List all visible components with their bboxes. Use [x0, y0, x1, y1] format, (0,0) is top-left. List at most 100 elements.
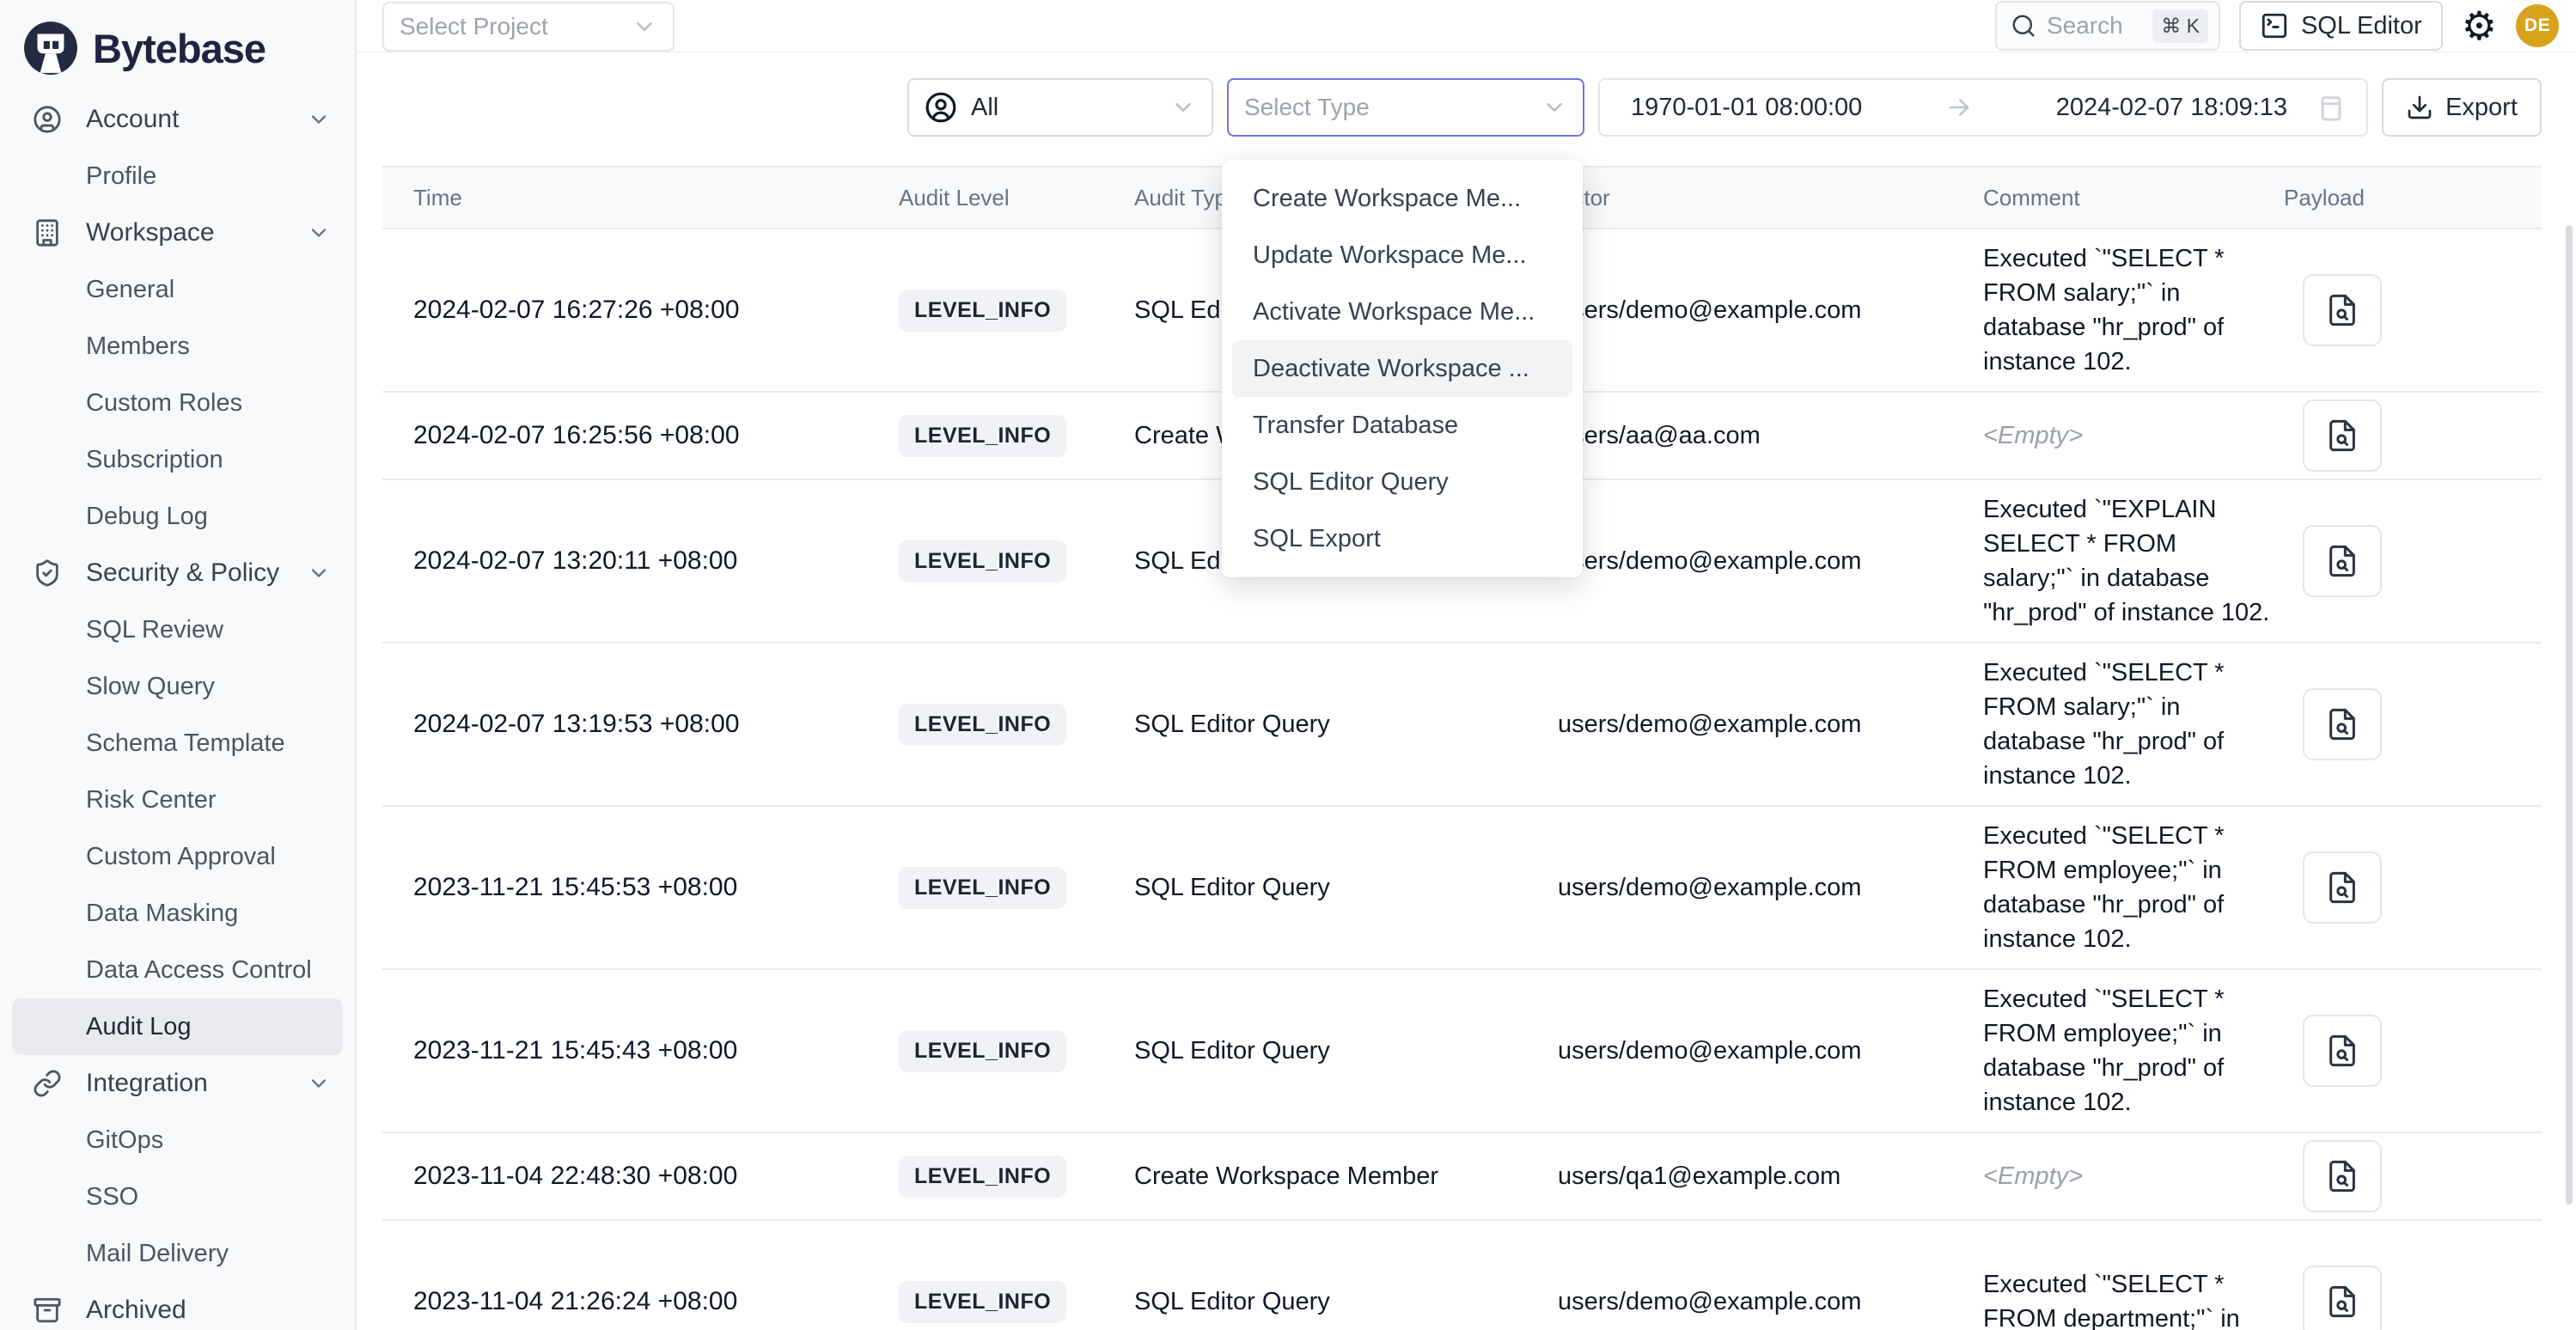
- type-filter-select[interactable]: Select Type: [1227, 78, 1584, 137]
- payload-view-button[interactable]: [2303, 851, 2382, 924]
- sidebar-section-integration[interactable]: Integration: [12, 1055, 343, 1112]
- row-actor: users/demo@example.com: [1558, 874, 1983, 902]
- payload-view-button[interactable]: [2303, 1015, 2382, 1087]
- vertical-scrollbar[interactable]: [2566, 225, 2573, 1205]
- type-dropdown-menu: Create Workspace Me... Update Workspace …: [1222, 160, 1583, 577]
- search-icon: [2011, 13, 2036, 39]
- link-icon: [33, 1069, 62, 1098]
- audit-level-badge: LEVEL_INFO: [899, 540, 1066, 583]
- menu-item-update-workspace-member[interactable]: Update Workspace Me...: [1232, 227, 1572, 284]
- row-time: 2024-02-07 13:20:11 +08:00: [382, 546, 899, 576]
- topbar: Select Project Search ⌘ K SQL Editor ⚙ D…: [357, 0, 2576, 52]
- row-actor: users/demo@example.com: [1558, 1288, 1983, 1316]
- chevron-down-icon: [307, 1071, 331, 1095]
- audit-level-badge: LEVEL_INFO: [899, 1281, 1066, 1323]
- audit-level-badge: LEVEL_INFO: [899, 1156, 1066, 1198]
- menu-item-transfer-database[interactable]: Transfer Database: [1232, 397, 1572, 454]
- row-comment: Executed `"SELECT * FROM employee;"` in …: [1983, 982, 2271, 1120]
- audit-level-badge: LEVEL_INFO: [899, 415, 1066, 457]
- payload-view-button[interactable]: [2303, 274, 2382, 346]
- row-actor: users/demo@example.com: [1558, 547, 1983, 576]
- sidebar-section-account[interactable]: Account: [12, 91, 343, 148]
- menu-item-create-workspace-member[interactable]: Create Workspace Me...: [1232, 170, 1572, 227]
- row-time: 2023-11-21 15:45:43 +08:00: [382, 1036, 899, 1065]
- row-audit-type: SQL Editor Query: [1134, 874, 1558, 902]
- row-comment: Executed `"EXPLAIN SELECT * FROM salary;…: [1983, 492, 2271, 630]
- date-range-picker[interactable]: 1970-01-01 08:00:00 2024-02-07 18:09:13: [1598, 78, 2368, 137]
- sidebar-item-members[interactable]: Members: [12, 318, 343, 375]
- row-comment: <Empty>: [1983, 1159, 2271, 1193]
- gear-icon[interactable]: ⚙: [2462, 6, 2497, 46]
- row-comment: Executed `"SELECT * FROM salary;"` in da…: [1983, 656, 2271, 793]
- menu-item-sql-editor-query[interactable]: SQL Editor Query: [1232, 454, 1572, 510]
- table-row: 2024-02-07 13:19:53 +08:00 LEVEL_INFO SQ…: [382, 644, 2542, 807]
- user-circle-icon: [33, 105, 62, 134]
- file-search-icon: [2325, 707, 2359, 741]
- file-search-icon: [2325, 1159, 2359, 1193]
- sidebar-item-debug-log[interactable]: Debug Log: [12, 488, 343, 545]
- sidebar-item-sso[interactable]: SSO: [12, 1168, 343, 1225]
- row-audit-type: SQL Editor Query: [1134, 1288, 1558, 1316]
- row-audit-type: SQL Editor Query: [1134, 711, 1558, 739]
- column-header-payload: Payload: [2284, 185, 2542, 211]
- chevron-down-icon: [307, 221, 331, 245]
- avatar[interactable]: DE: [2516, 4, 2559, 47]
- sidebar-item-custom-roles[interactable]: Custom Roles: [12, 375, 343, 431]
- table-row: 2023-11-21 15:45:43 +08:00 LEVEL_INFO SQ…: [382, 970, 2542, 1133]
- menu-item-activate-workspace-member[interactable]: Activate Workspace Me...: [1232, 284, 1572, 340]
- sidebar-item-data-masking[interactable]: Data Masking: [12, 885, 343, 942]
- sidebar-item-custom-approval[interactable]: Custom Approval: [12, 828, 343, 885]
- chevron-down-icon: [632, 14, 657, 40]
- row-comment: Executed `"SELECT * FROM salary;"` in da…: [1983, 241, 2271, 379]
- sidebar-item-profile[interactable]: Profile: [12, 148, 343, 204]
- sidebar-section-archived[interactable]: Archived: [12, 1282, 343, 1330]
- payload-view-button[interactable]: [2303, 1266, 2382, 1330]
- file-search-icon: [2325, 418, 2359, 453]
- project-select[interactable]: Select Project: [382, 2, 675, 52]
- sidebar-item-slow-query[interactable]: Slow Query: [12, 658, 343, 715]
- chevron-down-icon: [1541, 95, 1567, 120]
- file-search-icon: [2325, 293, 2359, 327]
- sql-editor-button[interactable]: SQL Editor: [2239, 1, 2443, 51]
- menu-item-sql-export[interactable]: SQL Export: [1232, 510, 1572, 567]
- chevron-down-icon: [1170, 95, 1196, 120]
- row-time: 2024-02-07 16:27:26 +08:00: [382, 296, 899, 325]
- row-actor: users/qa1@example.com: [1558, 1162, 1983, 1191]
- payload-view-button[interactable]: [2303, 400, 2382, 472]
- row-time: 2024-02-07 16:25:56 +08:00: [382, 421, 899, 450]
- sidebar-section-security-policy[interactable]: Security & Policy: [12, 545, 343, 601]
- file-search-icon: [2325, 1284, 2359, 1319]
- payload-view-button[interactable]: [2303, 688, 2382, 760]
- audit-level-badge: LEVEL_INFO: [899, 867, 1066, 909]
- row-time: 2024-02-07 13:19:53 +08:00: [382, 710, 899, 739]
- actor-filter-select[interactable]: All: [907, 78, 1213, 137]
- sidebar-item-gitops[interactable]: GitOps: [12, 1112, 343, 1168]
- sidebar-item-audit-log[interactable]: Audit Log: [12, 998, 343, 1055]
- calendar-icon: [2317, 93, 2346, 122]
- column-header-audit-level: Audit Level: [899, 185, 1134, 211]
- column-header-comment: Comment: [1983, 185, 2284, 211]
- sidebar-section-workspace[interactable]: Workspace: [12, 204, 343, 261]
- row-actor: users/demo@example.com: [1558, 296, 1983, 325]
- sidebar-item-schema-template[interactable]: Schema Template: [12, 715, 343, 772]
- sidebar-item-general[interactable]: General: [12, 261, 343, 318]
- payload-view-button[interactable]: [2303, 1140, 2382, 1212]
- export-button[interactable]: Export: [2382, 78, 2542, 137]
- sidebar-item-risk-center[interactable]: Risk Center: [12, 772, 343, 828]
- row-audit-type: Create Workspace Member: [1134, 1162, 1558, 1191]
- payload-view-button[interactable]: [2303, 525, 2382, 597]
- table-row: 2023-11-21 15:45:53 +08:00 LEVEL_INFO SQ…: [382, 807, 2542, 970]
- topbar-right: Search ⌘ K SQL Editor ⚙ DE: [1995, 1, 2559, 51]
- date-from: 1970-01-01 08:00:00: [1631, 94, 1862, 122]
- sidebar-item-mail-delivery[interactable]: Mail Delivery: [12, 1225, 343, 1282]
- date-to: 2024-02-07 18:09:13: [2056, 94, 2287, 122]
- sidebar-item-data-access-control[interactable]: Data Access Control: [12, 942, 343, 998]
- sidebar-item-sql-review[interactable]: SQL Review: [12, 601, 343, 658]
- shield-check-icon: [33, 558, 62, 588]
- file-search-icon: [2325, 1034, 2359, 1068]
- search-input[interactable]: Search ⌘ K: [1995, 1, 2220, 51]
- sidebar-item-subscription[interactable]: Subscription: [12, 431, 343, 488]
- sidebar-nav: Account Profile Workspace General Member…: [0, 91, 355, 1330]
- brand-logo[interactable]: Bytebase: [0, 0, 355, 91]
- menu-item-deactivate-workspace-member[interactable]: Deactivate Workspace ...: [1232, 340, 1572, 397]
